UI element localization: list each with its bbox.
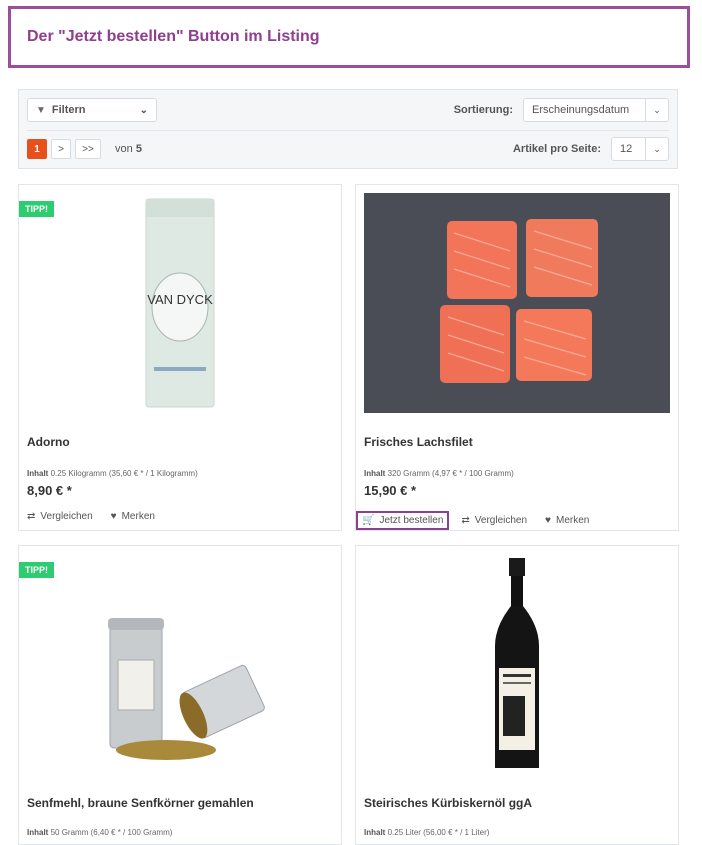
filter-label: Filtern xyxy=(51,104,86,116)
header-title: Der "Jetzt bestellen" Button im Listing xyxy=(27,28,320,45)
product-content: Inhalt 0.25 Liter (56,00 € * / 1 Liter) xyxy=(364,828,489,837)
pager-total: von 5 xyxy=(115,143,142,155)
per-page-select[interactable]: 12 ⌄ xyxy=(611,137,669,161)
pager-total-count: 5 xyxy=(135,143,142,155)
content-label: Inhalt xyxy=(364,828,386,837)
remember-label: Merken xyxy=(555,515,590,526)
listing-toolbar: ▼ Filtern ⌄ Sortierung: Erscheinungsdatu… xyxy=(18,89,678,169)
order-now-button[interactable]: 🛒 Jetzt bestellen xyxy=(356,511,450,530)
heart-icon: ♥ xyxy=(110,511,117,522)
product-title[interactable]: Frisches Lachsfilet xyxy=(364,435,473,449)
salmon-image xyxy=(364,193,670,413)
content-value: 320 Gramm (4,97 € * / 100 Gramm) xyxy=(387,469,514,478)
sort-select[interactable]: Erscheinungsdatum ⌄ xyxy=(523,98,669,122)
compare-label: Vergleichen xyxy=(474,515,528,526)
remember-button[interactable]: ♥ Merken xyxy=(545,515,589,526)
annotation-header: Der "Jetzt bestellen" Button im Listing xyxy=(8,6,690,68)
per-page-label: Artikel pro Seite: xyxy=(512,143,601,155)
content-label: Inhalt xyxy=(27,469,49,478)
product-card[interactable]: TIPP! Senfmehl, braune Senfkörner gemahl… xyxy=(18,545,342,845)
chevron-down-icon: ⌄ xyxy=(645,99,668,121)
page-last-button[interactable]: >> xyxy=(75,139,101,159)
product-card[interactable]: Frisches Lachsfilet Inhalt 320 Gramm (4,… xyxy=(355,184,679,531)
product-content: Inhalt 50 Gramm (6,40 € * / 100 Gramm) xyxy=(27,828,172,837)
heart-icon: ♥ xyxy=(545,515,551,526)
product-image[interactable] xyxy=(364,554,670,774)
content-label: Inhalt xyxy=(27,828,49,837)
tip-badge: TIPP! xyxy=(19,201,55,217)
compare-label: Vergleichen xyxy=(40,511,93,522)
tip-badge: TIPP! xyxy=(19,562,55,578)
product-card[interactable]: VAN DYCK TIPP! Adorno Inhalt 0.25 Kilogr… xyxy=(18,184,342,531)
remember-label: Merken xyxy=(121,511,155,522)
sort-label: Sortierung: xyxy=(453,104,513,116)
order-label: Jetzt bestellen xyxy=(379,515,444,526)
remember-button[interactable]: ♥ Merken xyxy=(111,511,155,522)
sort-value: Erscheinungsdatum xyxy=(532,104,630,116)
compare-button[interactable]: ⇄ Vergleichen xyxy=(461,515,527,526)
pager-of-label: von xyxy=(115,143,133,155)
chevron-down-icon: ⌄ xyxy=(645,138,668,160)
product-image[interactable]: VAN DYCK xyxy=(27,193,333,413)
product-content: Inhalt 0.25 Kilogramm (35,60 € * / 1 Kil… xyxy=(27,469,198,478)
content-label: Inhalt xyxy=(364,469,386,478)
product-title[interactable]: Steirisches Kürbiskernöl ggA xyxy=(364,796,532,810)
compare-button[interactable]: ⇄ Vergleichen xyxy=(27,511,93,522)
coffee-bag-image: VAN DYCK xyxy=(145,198,215,408)
product-card[interactable]: Steirisches Kürbiskernöl ggA Inhalt 0.25… xyxy=(355,545,679,845)
product-image[interactable] xyxy=(364,193,670,413)
product-price: 8,90 € * xyxy=(27,483,72,498)
bag-brand-text: VAN DYCK xyxy=(147,292,213,307)
page-next-button[interactable]: > xyxy=(51,139,71,159)
product-content: Inhalt 320 Gramm (4,97 € * / 100 Gramm) xyxy=(364,469,514,478)
compare-icon: ⇄ xyxy=(461,515,470,526)
product-title[interactable]: Adorno xyxy=(27,435,70,449)
chevron-down-icon: ⌄ xyxy=(139,104,148,116)
cart-icon: 🛒 xyxy=(362,515,375,526)
page-button-current[interactable]: 1 xyxy=(27,139,47,159)
per-page-value: 12 xyxy=(620,143,633,155)
content-value: 50 Gramm (6,40 € * / 100 Gramm) xyxy=(50,828,173,837)
filter-icon: ▼ xyxy=(36,104,46,116)
filter-button[interactable]: ▼ Filtern ⌄ xyxy=(27,98,157,122)
spice-tin-image xyxy=(108,618,265,760)
oil-bottle-image xyxy=(495,558,539,768)
product-image[interactable] xyxy=(27,554,333,774)
product-title[interactable]: Senfmehl, braune Senfkörner gemahlen xyxy=(27,796,254,810)
content-value: 0.25 Liter (56,00 € * / 1 Liter) xyxy=(387,828,490,837)
content-value: 0.25 Kilogramm (35,60 € * / 1 Kilogramm) xyxy=(50,469,198,478)
product-price: 15,90 € * xyxy=(364,483,417,498)
compare-icon: ⇄ xyxy=(27,511,36,522)
